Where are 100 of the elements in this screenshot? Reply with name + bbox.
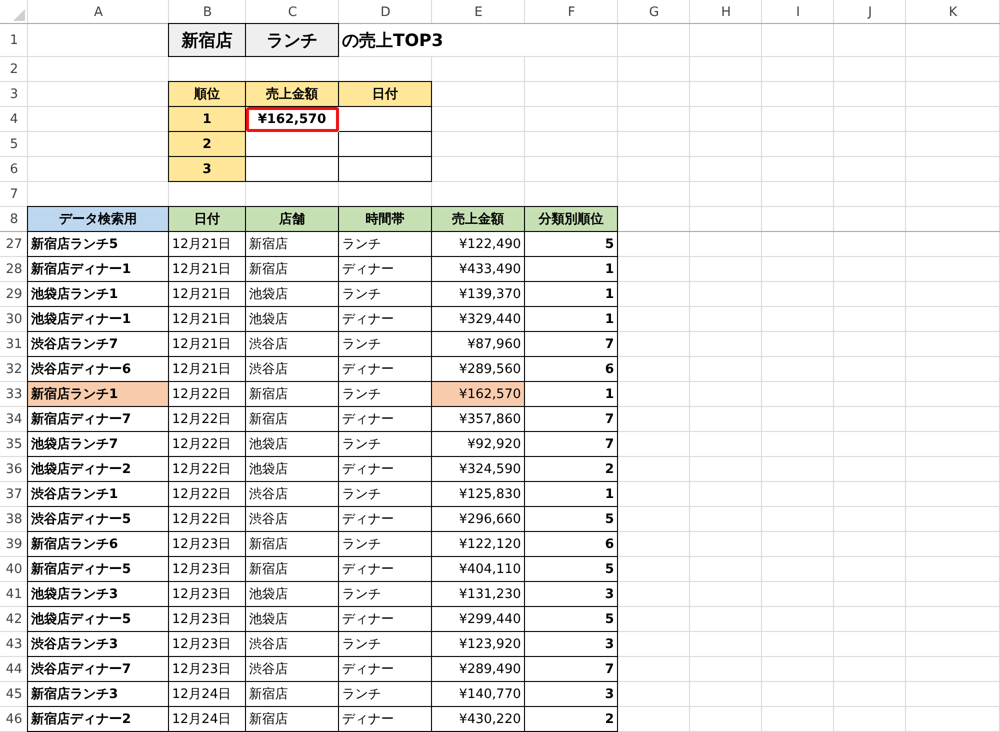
column-header[interactable]: B (169, 0, 246, 24)
table-cell: 12月21日 (169, 357, 246, 382)
column-header[interactable]: G (618, 0, 690, 24)
table-cell: 12月23日 (169, 557, 246, 582)
row-number[interactable]: 41 (0, 582, 28, 607)
table-cell: 新宿店ランチ5 (28, 232, 169, 257)
row-number[interactable]: 40 (0, 557, 28, 582)
row-number[interactable]: 37 (0, 482, 28, 507)
table-cell: ¥357,860 (432, 407, 525, 432)
row-number[interactable]: 44 (0, 657, 28, 682)
table-cell: 池袋店ランチ3 (28, 582, 169, 607)
row-number[interactable]: 34 (0, 407, 28, 432)
table-cell: ディナー (339, 457, 432, 482)
table-cell: 池袋店 (246, 432, 339, 457)
table-cell: 3 (525, 632, 618, 657)
row-number[interactable]: 28 (0, 257, 28, 282)
table-cell: 池袋店ランチ1 (28, 282, 169, 307)
column-header[interactable]: I (762, 0, 834, 24)
table-cell: 3 (525, 582, 618, 607)
table-cell: ディナー (339, 607, 432, 632)
column-header[interactable]: J (834, 0, 906, 24)
table-cell: 12月22日 (169, 482, 246, 507)
table-cell: 渋谷店 (246, 332, 339, 357)
table-cell: 新宿店ディナー1 (28, 257, 169, 282)
table-cell: 渋谷店 (246, 357, 339, 382)
table-cell: 新宿店 (246, 232, 339, 257)
row-number[interactable]: 45 (0, 682, 28, 707)
row-number[interactable]: 4 (0, 107, 28, 132)
table-cell: ¥162,570 (432, 382, 525, 407)
table-cell: ¥433,490 (432, 257, 525, 282)
row-number[interactable]: 33 (0, 382, 28, 407)
row-number[interactable]: 8 (0, 207, 28, 232)
column-header[interactable]: K (906, 0, 1000, 24)
table-cell: 12月21日 (169, 232, 246, 257)
table-cell: ¥140,770 (432, 682, 525, 707)
table-cell: ディナー (339, 307, 432, 332)
row-number[interactable]: 5 (0, 132, 28, 157)
table-cell: 1 (525, 307, 618, 332)
column-header[interactable]: C (246, 0, 339, 24)
table-cell: 6 (525, 357, 618, 382)
table-cell: ¥131,230 (432, 582, 525, 607)
table-cell: ランチ (339, 532, 432, 557)
column-header[interactable]: F (525, 0, 618, 24)
table-cell: 12月21日 (169, 307, 246, 332)
column-header[interactable]: E (432, 0, 525, 24)
table-cell: 12月23日 (169, 532, 246, 557)
table-cell: 12月22日 (169, 432, 246, 457)
table-cell: ランチ (339, 282, 432, 307)
table-cell: ランチ (339, 582, 432, 607)
table-cell: 2 (525, 707, 618, 732)
row-number[interactable]: 35 (0, 432, 28, 457)
table-cell: 渋谷店ランチ1 (28, 482, 169, 507)
table-cell: ランチ (339, 332, 432, 357)
row-number[interactable]: 30 (0, 307, 28, 332)
rank-cell: 3 (169, 157, 246, 182)
table-cell: 渋谷店 (246, 657, 339, 682)
column-header[interactable]: D (339, 0, 432, 24)
header-cell: 順位 (169, 82, 246, 107)
row-number[interactable]: 6 (0, 157, 28, 182)
row-number[interactable]: 42 (0, 607, 28, 632)
column-header[interactable]: H (690, 0, 762, 24)
row-number[interactable]: 3 (0, 82, 28, 107)
timeslot-cell: ランチ (246, 24, 339, 57)
header-cell: 売上金額 (432, 207, 525, 232)
table-cell: ¥122,490 (432, 232, 525, 257)
table-cell: 渋谷店ランチ7 (28, 332, 169, 357)
table-cell: 7 (525, 657, 618, 682)
table-cell: 1 (525, 282, 618, 307)
table-cell: ディナー (339, 707, 432, 732)
store-cell: 新宿店 (169, 24, 246, 57)
table-cell: ¥289,490 (432, 657, 525, 682)
table-cell: 1 (525, 482, 618, 507)
column-header[interactable]: A (28, 0, 169, 24)
table-cell: 12月23日 (169, 632, 246, 657)
row-number[interactable]: 2 (0, 57, 28, 82)
row-number[interactable]: 39 (0, 532, 28, 557)
table-cell: 新宿店ランチ6 (28, 532, 169, 557)
amount-cell: ¥162,570 (246, 107, 339, 132)
table-cell: ランチ (339, 232, 432, 257)
table-cell: ランチ (339, 632, 432, 657)
row-number[interactable]: 27 (0, 232, 28, 257)
table-cell: ディナー (339, 507, 432, 532)
row-number[interactable]: 36 (0, 457, 28, 482)
table-cell: 渋谷店 (246, 507, 339, 532)
row-number[interactable]: 46 (0, 707, 28, 732)
row-number[interactable]: 38 (0, 507, 28, 532)
row-number[interactable]: 7 (0, 182, 28, 207)
row-number[interactable]: 31 (0, 332, 28, 357)
row-number[interactable]: 32 (0, 357, 28, 382)
table-cell: ¥430,220 (432, 707, 525, 732)
header-cell: 日付 (339, 82, 432, 107)
header-cell: データ検索用 (28, 207, 169, 232)
header-cell: 日付 (169, 207, 246, 232)
table-cell: ディナー (339, 657, 432, 682)
row-number[interactable]: 1 (0, 24, 28, 57)
header-cell: 分類別順位 (525, 207, 618, 232)
table-cell: ¥329,440 (432, 307, 525, 332)
row-number[interactable]: 29 (0, 282, 28, 307)
row-number[interactable]: 43 (0, 632, 28, 657)
table-cell: 新宿店 (246, 682, 339, 707)
